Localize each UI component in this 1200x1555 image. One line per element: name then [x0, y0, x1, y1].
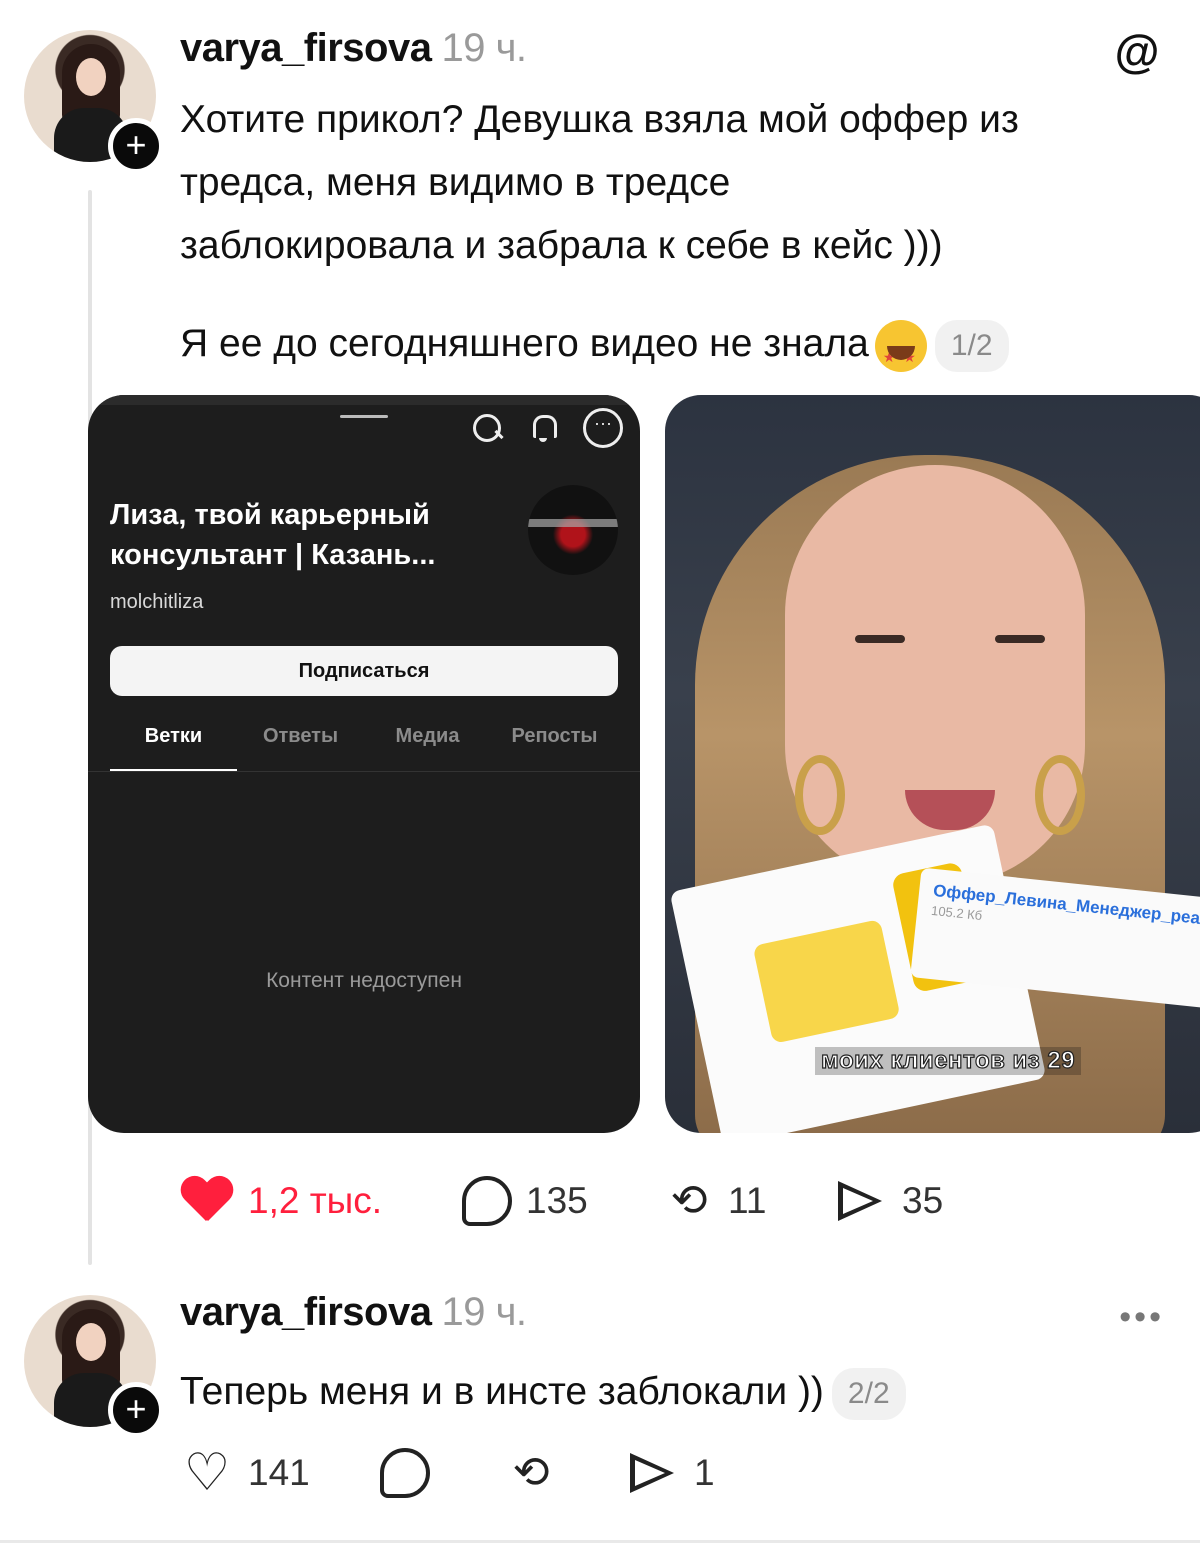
repost-icon: ⟲	[512, 1448, 550, 1497]
subscribe-button: Подписаться	[110, 646, 618, 696]
repost-button[interactable]: ⟲	[506, 1448, 630, 1498]
more-circle-icon	[583, 408, 623, 448]
post-time: 19 ч.	[441, 26, 527, 70]
post-text: Хотите прикол? Девушка взяла мой оффер и…	[180, 98, 1019, 267]
username[interactable]: varya_firsova 19 ч.	[180, 1290, 527, 1335]
profile-tabs: Ветки Ответы Медиа Репосты	[110, 725, 618, 772]
profile-avatar	[528, 485, 618, 575]
post-actions: ♡ 141 ⟲ 1	[180, 1444, 715, 1502]
username[interactable]: varya_firsova 19 ч.	[180, 26, 527, 71]
tab-replies: Ответы	[262, 725, 339, 747]
bell-icon	[526, 411, 560, 445]
star-struck-emoji-icon	[874, 319, 927, 389]
share-button[interactable]: 1	[630, 1452, 715, 1494]
video-caption: моих клиентов из 29	[815, 1046, 1082, 1075]
share-button[interactable]: 35	[838, 1180, 943, 1222]
repost-button[interactable]: ⟲ 11	[664, 1176, 838, 1226]
post-image-video-frame[interactable]: Оффер_Левина_Менеджер_реализации_md.pdf …	[665, 395, 1200, 1133]
post-text: Теперь меня и в инсте заблокали )) 2/2	[180, 1360, 906, 1423]
tab-threads: Ветки	[110, 725, 237, 772]
follow-plus-button[interactable]: +	[108, 118, 164, 174]
comment-icon	[380, 1448, 430, 1498]
post-text-paragraph-2: Я ее до сегодняшнего видео не знала1/2	[180, 312, 1009, 389]
thread-pager: 2/2	[831, 1367, 906, 1420]
divider	[0, 1540, 1200, 1543]
post-time: 19 ч.	[441, 1290, 527, 1334]
follow-plus-button[interactable]: +	[108, 1382, 164, 1438]
profile-name: Лиза, твой карьерный консультант | Казан…	[110, 499, 436, 571]
threads-logo-icon[interactable]: @	[1112, 26, 1162, 76]
share-icon	[838, 1181, 882, 1221]
search-icon	[470, 411, 504, 445]
heart-filled-icon	[180, 1177, 234, 1225]
comment-button[interactable]: 135	[462, 1176, 664, 1226]
share-icon	[630, 1453, 674, 1493]
post-image-profile-screenshot[interactable]: Лиза, твой карьерный консультант | Казан…	[88, 395, 640, 1133]
thread-pager: 1/2	[934, 319, 1009, 372]
heart-icon: ♡	[183, 1444, 231, 1502]
comment-button[interactable]	[380, 1448, 506, 1498]
repost-icon: ⟲	[670, 1176, 708, 1225]
tab-reposts: Репосты	[511, 725, 598, 747]
tab-media: Медиа	[395, 725, 460, 747]
profile-handle: molchitliza	[110, 591, 204, 613]
drag-handle	[340, 415, 388, 418]
like-button[interactable]: ♡ 141	[180, 1444, 380, 1502]
more-icon[interactable]: •••	[1119, 1298, 1164, 1337]
content-unavailable-text: Контент недоступен	[266, 969, 462, 992]
post-actions: 1,2 тыс. 135 ⟲ 11 35	[180, 1176, 943, 1226]
like-button[interactable]: 1,2 тыс.	[180, 1177, 462, 1225]
comment-icon	[462, 1176, 512, 1226]
